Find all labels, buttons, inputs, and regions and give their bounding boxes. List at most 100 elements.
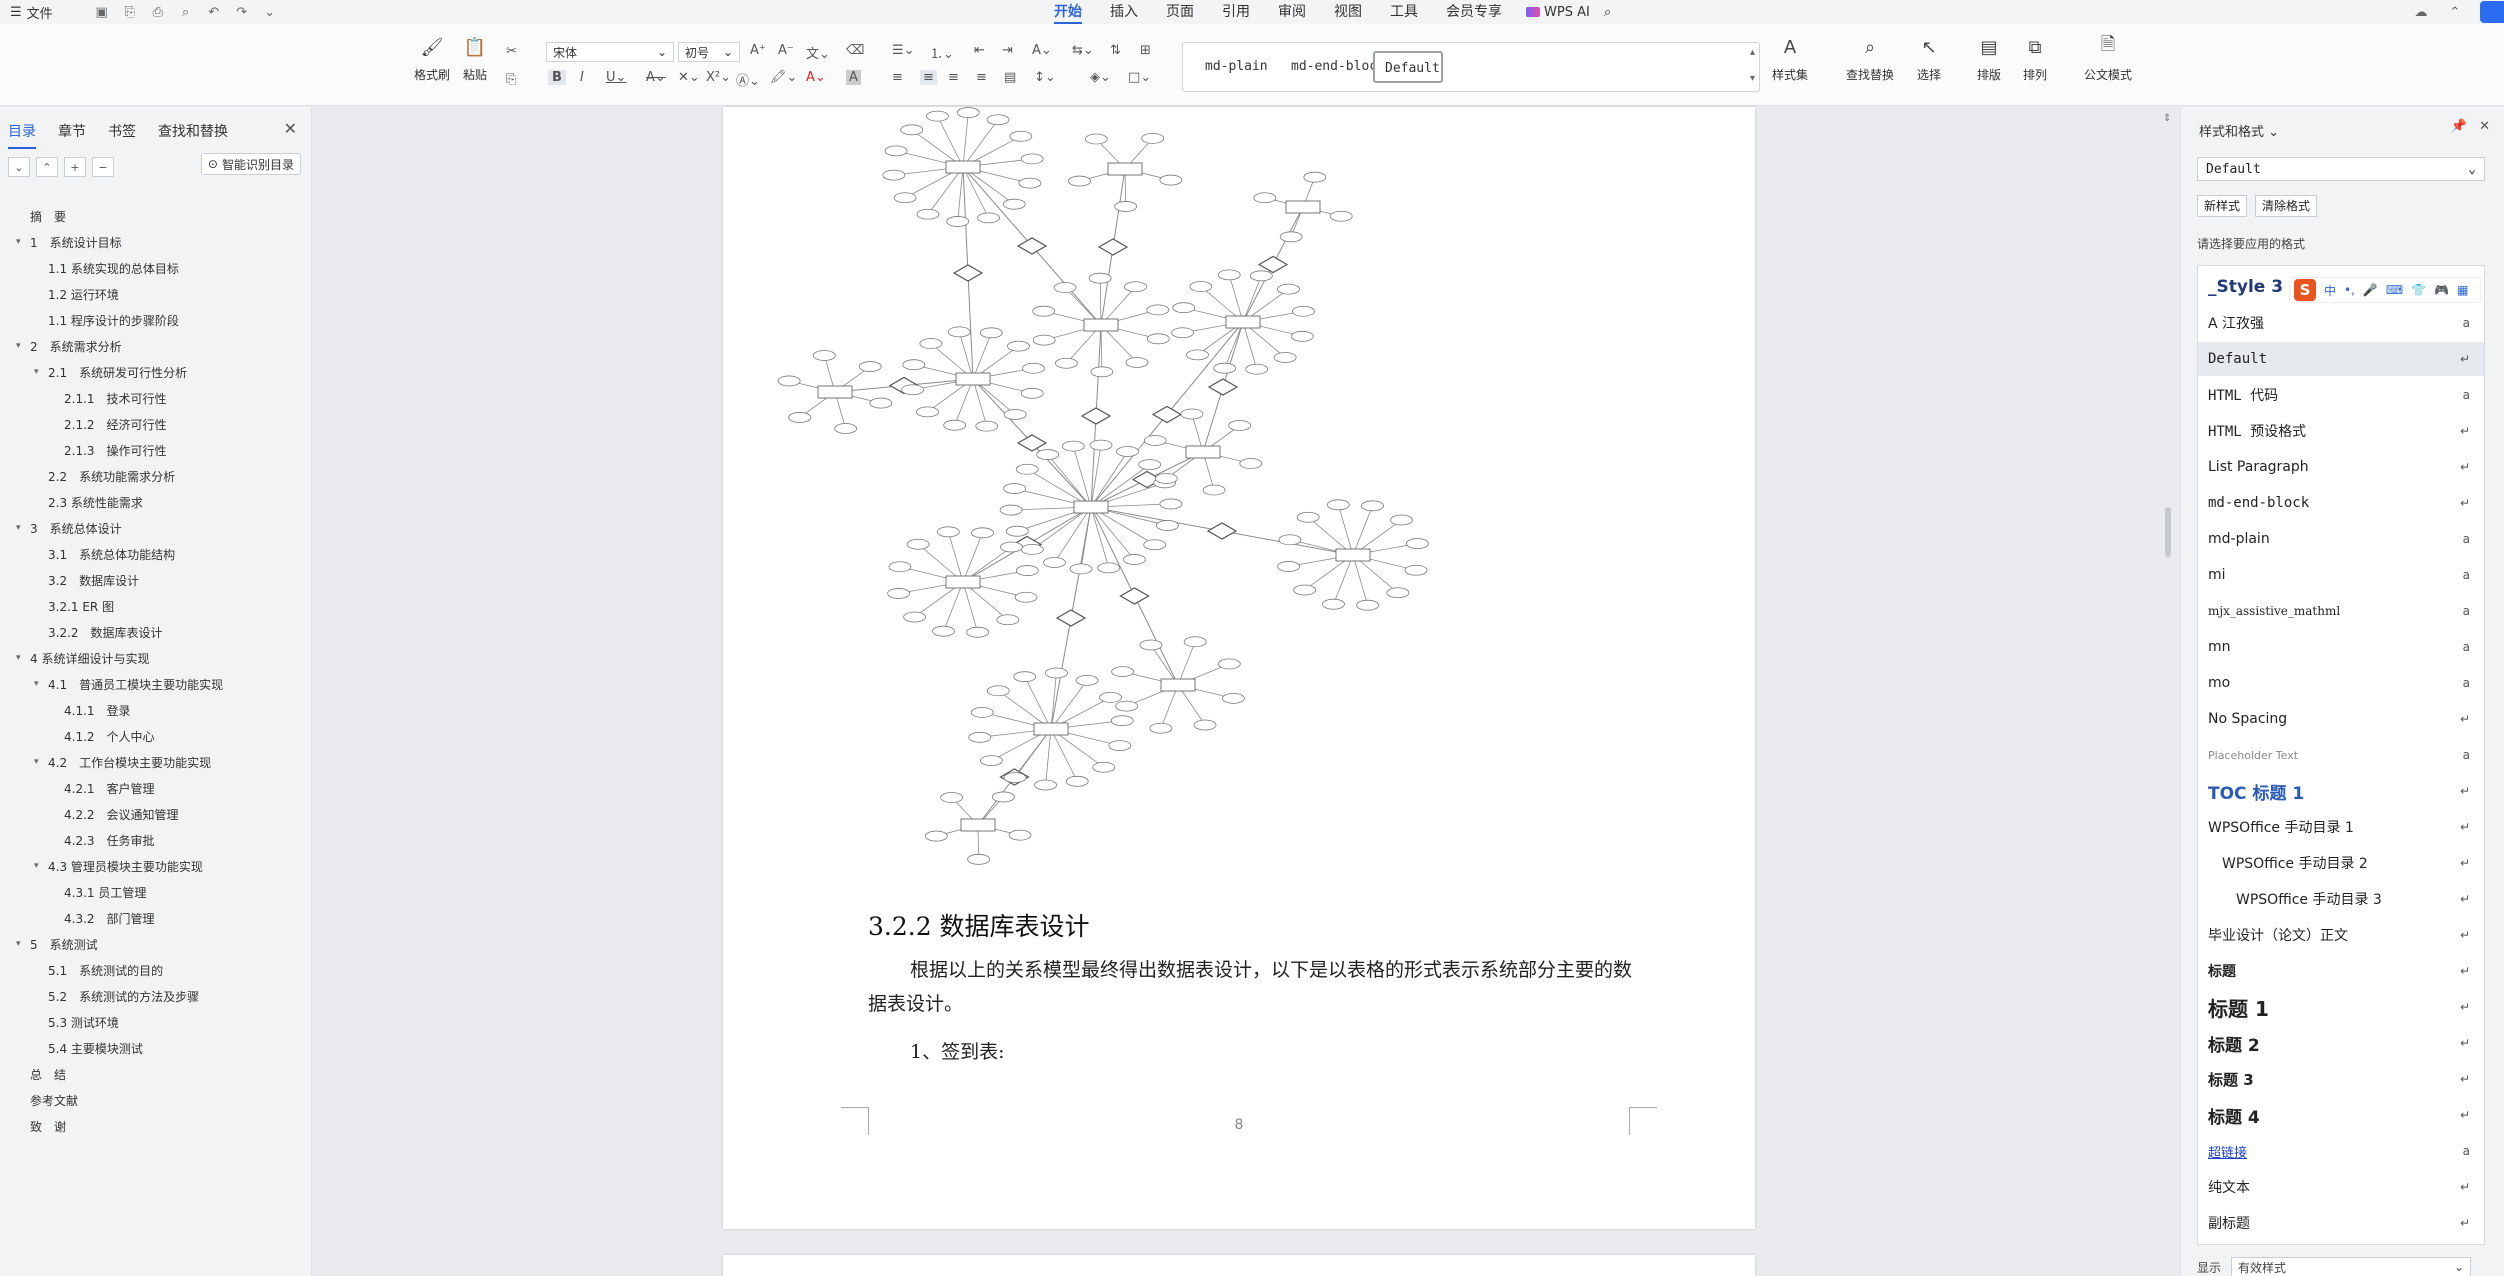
- toc-item[interactable]: 参考文献: [16, 1091, 78, 1109]
- style-chip-selected[interactable]: Default: [1373, 51, 1443, 83]
- caret-down-icon[interactable]: ▾: [34, 367, 48, 377]
- highlight-icon[interactable]: 🖍⌄: [770, 70, 797, 85]
- print-preview-icon[interactable]: ⌕: [177, 3, 195, 21]
- toc-item[interactable]: 4.3.1 员工管理: [50, 883, 146, 901]
- current-style-select[interactable]: Default ⌄: [2197, 157, 2485, 181]
- wps-ai-button[interactable]: WPS AI ⌕: [1516, 5, 1611, 20]
- toc-item[interactable]: 2.2 系统功能需求分析: [34, 467, 175, 485]
- share-button[interactable]: [2480, 1, 2504, 23]
- style-item[interactable]: Placeholder Text a: [2198, 738, 2484, 772]
- style-item[interactable]: List Paragraph ↵: [2198, 450, 2484, 484]
- underline-icon[interactable]: U⌄: [606, 70, 626, 85]
- ime-tool-icon[interactable]: 中: [2324, 282, 2336, 299]
- close-icon[interactable]: ✕: [284, 119, 297, 138]
- toc-item[interactable]: 3.2.2 数据库表设计: [34, 623, 163, 641]
- style-chip[interactable]: md-end-bloc: [1281, 51, 1387, 83]
- show-marks-icon[interactable]: ⊞: [1140, 43, 1151, 58]
- style-item[interactable]: 纯文本 ↵: [2198, 1170, 2484, 1204]
- toc-item[interactable]: 2.1.2 经济可行性: [50, 415, 167, 433]
- style-item[interactable]: WPSOffice 手动目录 2 ↵: [2198, 846, 2484, 880]
- more-icon[interactable]: ⌄: [261, 3, 279, 21]
- char-spacing-icon[interactable]: ✕⌄: [678, 70, 700, 85]
- style-item[interactable]: 副标题 ↵: [2198, 1206, 2484, 1240]
- italic-icon[interactable]: I: [580, 70, 584, 85]
- grow-font-icon[interactable]: A⁺: [750, 43, 766, 58]
- ruler-icon[interactable]: ⇕: [2163, 113, 2171, 124]
- toc-item[interactable]: ▾ 1 系统设计目标: [16, 233, 122, 251]
- toc-item[interactable]: 3.2.1 ER 图: [34, 597, 114, 615]
- toc-item[interactable]: 4.2.3 任务审批: [50, 831, 155, 849]
- strikethrough-icon[interactable]: A⌄: [646, 70, 666, 85]
- decrease-indent-icon[interactable]: ⇤: [974, 43, 985, 58]
- style-item[interactable]: Default ↵: [2198, 342, 2484, 376]
- caret-down-icon[interactable]: ▾: [16, 653, 30, 663]
- tab-4[interactable]: 审阅: [1264, 0, 1320, 24]
- find-replace-button[interactable]: ⌕ 查找替换: [1846, 34, 1894, 83]
- add-icon[interactable]: +: [64, 157, 86, 177]
- toc-item[interactable]: 3.2 数据库设计: [34, 571, 139, 589]
- style-item[interactable]: 标题 3 ↵: [2198, 1062, 2484, 1096]
- toc-item[interactable]: 3.1 系统总体功能结构: [34, 545, 175, 563]
- caret-down-icon[interactable]: ▾: [16, 939, 30, 949]
- line-spacing-icon[interactable]: ↕⌄: [1034, 70, 1056, 85]
- select-button[interactable]: ↖ 选择: [1916, 34, 1942, 83]
- nav-tab-0[interactable]: 目录: [8, 121, 36, 147]
- toc-item[interactable]: ▾ 4 系统详细设计与实现: [16, 649, 149, 667]
- toc-item[interactable]: ▾ 2.1 系统研发可行性分析: [34, 363, 187, 381]
- scrollbar-thumb[interactable]: [2165, 507, 2171, 557]
- number-list-icon[interactable]: ⒈⌄: [930, 43, 954, 62]
- redo-icon[interactable]: ↷: [233, 3, 251, 21]
- justify-icon[interactable]: ≡: [976, 70, 987, 85]
- cloud-icon[interactable]: ☁: [2412, 3, 2430, 21]
- style-item[interactable]: mo a: [2198, 666, 2484, 700]
- phonetic-icon[interactable]: 文⌄: [806, 43, 830, 62]
- next-page[interactable]: [723, 1255, 1755, 1276]
- align-left-icon[interactable]: ≡: [892, 70, 903, 85]
- sort-icon[interactable]: ⇅: [1110, 43, 1121, 58]
- cut-icon[interactable]: ✂: [506, 44, 517, 59]
- toc-item[interactable]: 2.1.1 技术可行性: [50, 389, 167, 407]
- undo-icon[interactable]: ↶: [205, 3, 223, 21]
- toc-item[interactable]: 1.1 程序设计的步骤阶段: [34, 311, 179, 329]
- shrink-font-icon[interactable]: A⁻: [778, 43, 794, 58]
- nav-tab-3[interactable]: 查找和替换: [158, 121, 228, 147]
- ime-toolbar[interactable]: S 中 •, 🎤 ⌨ 👕 🎮 ▦: [2290, 278, 2480, 302]
- caret-down-icon[interactable]: ▾: [16, 237, 30, 247]
- style-item[interactable]: HTML 代码 a: [2198, 378, 2484, 412]
- arrange-button[interactable]: ⧉ 排列: [2022, 34, 2048, 83]
- toc-item[interactable]: ▾ 5 系统测试: [16, 935, 98, 953]
- style-item[interactable]: A 江孜强 a: [2198, 306, 2484, 340]
- style-item[interactable]: 毕业设计（论文）正文 ↵: [2198, 918, 2484, 952]
- minimize-ribbon-icon[interactable]: ⌃: [2446, 3, 2464, 21]
- close-icon[interactable]: ✕: [2479, 119, 2490, 134]
- ime-tool-icon[interactable]: ▦: [2457, 283, 2468, 297]
- ime-tool-icon[interactable]: •,: [2344, 283, 2355, 297]
- toc-item[interactable]: 5.4 主要模块测试: [34, 1039, 143, 1057]
- print-icon[interactable]: ⎙: [149, 3, 167, 21]
- shading-icon[interactable]: ◈⌄: [1090, 70, 1111, 85]
- paste-button[interactable]: 📋 粘贴: [462, 34, 488, 83]
- ime-tool-icon[interactable]: ⌨: [2386, 283, 2403, 297]
- char-shading-icon[interactable]: A: [846, 70, 861, 85]
- chinese-layout-icon[interactable]: A⌄: [1032, 43, 1052, 58]
- style-item[interactable]: mn a: [2198, 630, 2484, 664]
- border-icon[interactable]: □⌄: [1128, 70, 1151, 85]
- toc-item[interactable]: 致 谢: [16, 1117, 66, 1135]
- style-item[interactable]: No Spacing ↵: [2198, 702, 2484, 736]
- ime-tool-icon[interactable]: 🎤: [2363, 283, 2378, 297]
- pin-icon[interactable]: 📌: [2451, 119, 2467, 134]
- toc-item[interactable]: 2.3 系统性能需求: [34, 493, 143, 511]
- collapse-icon[interactable]: ⌃: [36, 157, 58, 177]
- tab-7[interactable]: 会员专享: [1432, 0, 1516, 24]
- format-painter-button[interactable]: 🖌 格式刷: [414, 34, 450, 83]
- expand-icon[interactable]: ⌄: [8, 157, 30, 177]
- nav-tab-1[interactable]: 章节: [58, 121, 86, 147]
- font-size-select[interactable]: 初号 ⌄: [678, 42, 740, 62]
- text-effect-icon[interactable]: Ⓐ⌄: [736, 70, 760, 89]
- style-item[interactable]: mjx_assistive_mathml a: [2198, 594, 2484, 628]
- toc-item[interactable]: 2.1.3 操作可行性: [50, 441, 167, 459]
- search-icon[interactable]: ⌕: [1604, 5, 1611, 20]
- toc-item[interactable]: 总 结: [16, 1065, 66, 1083]
- ime-tool-icon[interactable]: 🎮: [2434, 283, 2449, 297]
- distribute-icon[interactable]: ▤: [1004, 70, 1016, 85]
